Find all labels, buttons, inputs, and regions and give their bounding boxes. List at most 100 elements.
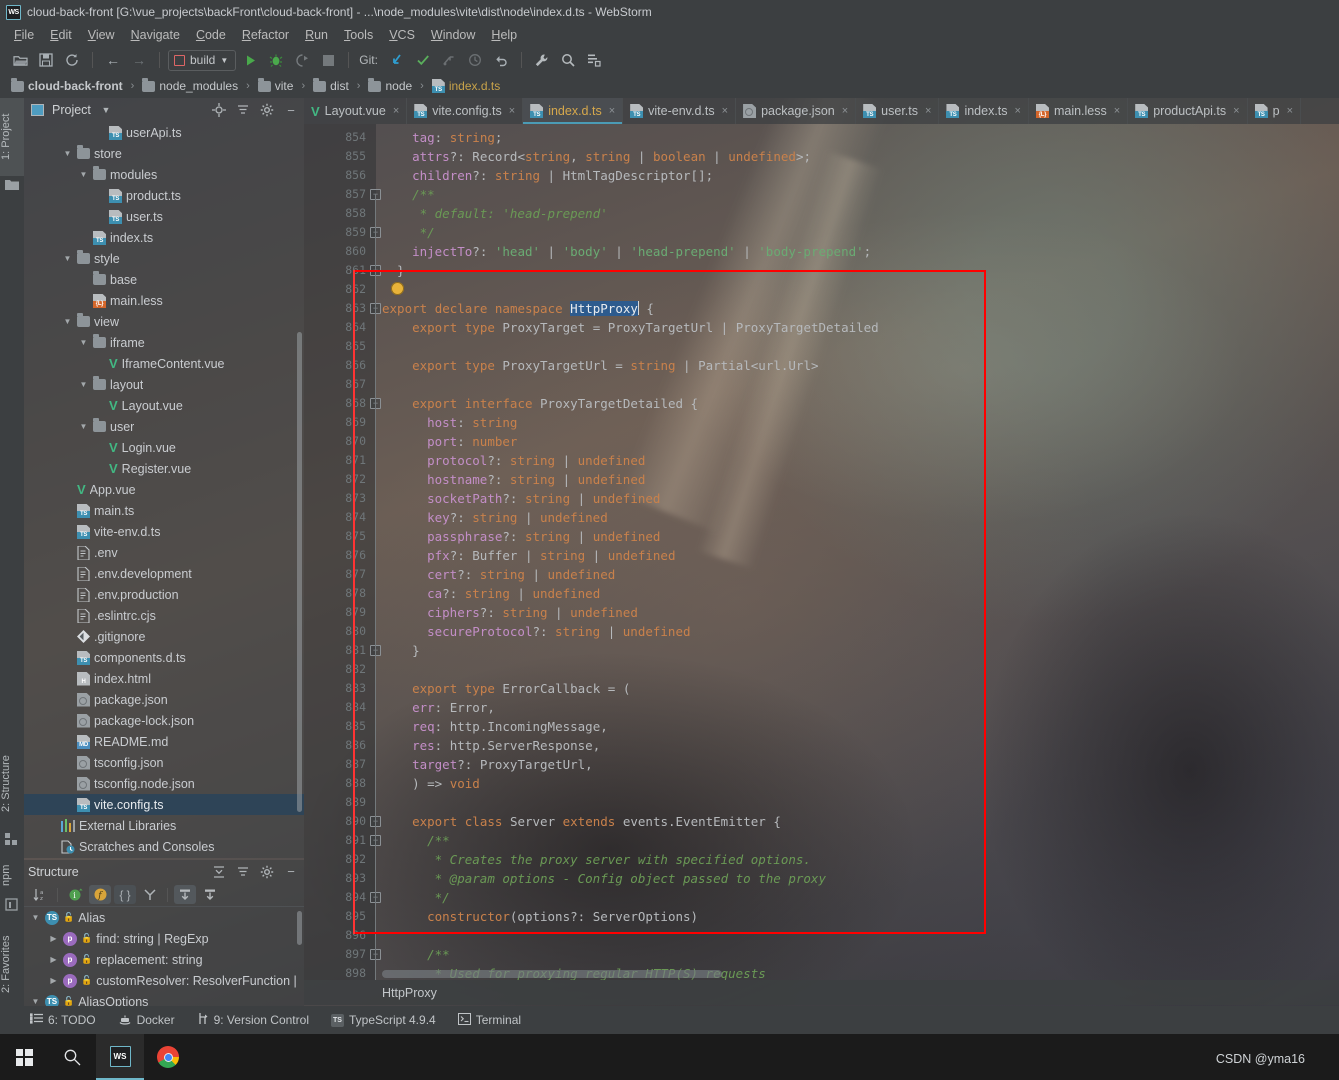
status-item-typescript-4-9-4[interactable]: TSTypeScript 4.9.4 [331, 1013, 436, 1027]
code-editor[interactable]: 854855856857−858859−860861−862863−864865… [304, 124, 1339, 980]
status-item-docker[interactable]: Docker [118, 1013, 175, 1028]
tree-item[interactable]: ▼iframe [24, 332, 304, 353]
wrench-icon[interactable] [530, 49, 554, 71]
editor-tab-index-ts[interactable]: TSindex.ts× [939, 98, 1029, 124]
menu-item-edit[interactable]: Edit [42, 26, 80, 44]
editor-tab-package-json[interactable]: package.json× [736, 98, 856, 124]
tree-item[interactable]: TSproduct.ts [24, 185, 304, 206]
intention-bulb-icon[interactable] [391, 282, 404, 295]
structure-tree[interactable]: ▼TS🔓Alias▶p🔓find: string | RegExp▶p🔓repl… [24, 907, 304, 1015]
sidebar-item-npm[interactable]: npm [0, 854, 24, 896]
main-toolbar[interactable]: ← → build ▼ Git: [0, 46, 1339, 74]
save-all-icon[interactable] [34, 49, 58, 71]
tree-item[interactable]: VApp.vue [24, 479, 304, 500]
tree-item[interactable]: ▼style [24, 248, 304, 269]
tree-item[interactable]: ▼layout [24, 374, 304, 395]
sidebar-item-structure[interactable]: 2: Structure [0, 738, 24, 830]
tree-item[interactable]: base [24, 269, 304, 290]
tree-item[interactable]: ▼view [24, 311, 304, 332]
collapse-all-icon[interactable] [234, 863, 252, 881]
tree-twisty-expanded-icon[interactable]: ▼ [62, 148, 73, 159]
structure-panel-toolbar[interactable]: az i f { } [24, 883, 304, 907]
tree-item[interactable]: TSuserApi.ts [24, 122, 304, 143]
scroll-from-source-icon[interactable] [174, 885, 196, 904]
menu-bar[interactable]: FileEditViewNavigateCodeRefactorRunTools… [0, 24, 1339, 46]
tree-item[interactable]: MDREADME.md [24, 731, 304, 752]
sidebar-item-project[interactable]: 1: Project [0, 98, 24, 176]
history-icon[interactable] [463, 49, 487, 71]
tree-twisty-expanded-icon[interactable]: ▼ [62, 253, 73, 264]
tree-item[interactable]: TSvite.config.ts [24, 794, 304, 815]
tree-item[interactable]: External Libraries [24, 815, 304, 836]
tree-twisty-collapsed-icon[interactable]: ▶ [48, 975, 59, 986]
breadcrumb-item-cloud-back-front[interactable]: cloud-back-front [8, 78, 126, 94]
tree-twisty-collapsed-icon[interactable]: ▶ [48, 933, 59, 944]
tree-item[interactable]: TSindex.ts [24, 227, 304, 248]
sort-alphabetically-icon[interactable]: az [29, 885, 51, 904]
tree-item[interactable]: Scratches and Consoles [24, 836, 304, 857]
menu-item-help[interactable]: Help [483, 26, 525, 44]
tree-item[interactable]: {L}main.less [24, 290, 304, 311]
tree-item[interactable]: tsconfig.node.json [24, 773, 304, 794]
tree-item[interactable]: tsconfig.json [24, 752, 304, 773]
editor-horizontal-scrollbar[interactable] [382, 970, 722, 978]
tree-twisty-collapsed-icon[interactable]: ▶ [48, 954, 59, 965]
close-icon[interactable]: × [1233, 105, 1239, 117]
tree-item[interactable]: VRegister.vue [24, 458, 304, 479]
collapse-all-icon[interactable] [234, 101, 252, 119]
run-configuration-selector[interactable]: build ▼ [168, 50, 236, 71]
close-icon[interactable]: × [609, 105, 615, 117]
tree-item[interactable]: ▼store [24, 143, 304, 164]
forward-arrow-icon[interactable]: → [127, 49, 151, 71]
gear-icon[interactable] [258, 101, 276, 119]
sidebar-item-favorites[interactable]: 2: Favorites [0, 920, 24, 1008]
expand-all-icon[interactable] [210, 863, 228, 881]
tree-twisty-expanded-icon[interactable]: ▼ [78, 379, 89, 390]
menu-item-run[interactable]: Run [297, 26, 336, 44]
back-arrow-icon[interactable]: ← [101, 49, 125, 71]
menu-item-refactor[interactable]: Refactor [234, 26, 297, 44]
open-folder-icon[interactable] [8, 49, 32, 71]
debug-icon[interactable] [264, 49, 288, 71]
editor-tab-layout-vue[interactable]: VLayout.vue× [304, 98, 407, 124]
tree-item[interactable]: ▼modules [24, 164, 304, 185]
minimize-icon[interactable]: − [282, 101, 300, 119]
close-icon[interactable]: × [509, 105, 515, 117]
sync-icon[interactable] [60, 49, 84, 71]
tree-twisty-expanded-icon[interactable]: ▼ [62, 316, 73, 327]
project-structure-icon[interactable] [582, 49, 606, 71]
tree-twisty-expanded-icon[interactable]: ▼ [30, 912, 41, 923]
menu-item-code[interactable]: Code [188, 26, 234, 44]
show-inherited-icon[interactable] [139, 885, 161, 904]
tree-twisty-expanded-icon[interactable]: ▼ [78, 337, 89, 348]
breadcrumb-item-node[interactable]: node [365, 78, 415, 94]
tree-item[interactable]: package.json [24, 689, 304, 710]
editor-tab-vite-env-d-ts[interactable]: TSvite-env.d.ts× [623, 98, 736, 124]
editor-gutter[interactable]: 854855856857−858859−860861−862863−864865… [304, 124, 376, 980]
tree-item[interactable]: Hindex.html [24, 668, 304, 689]
run-with-coverage-icon[interactable] [290, 49, 314, 71]
close-icon[interactable]: × [842, 105, 848, 117]
close-icon[interactable]: × [722, 105, 728, 117]
menu-item-view[interactable]: View [80, 26, 123, 44]
close-icon[interactable]: × [393, 105, 399, 117]
update-project-icon[interactable] [385, 49, 409, 71]
tree-item[interactable]: .env.production [24, 584, 304, 605]
status-bar[interactable]: 6: TODODocker9: Version ControlTSTypeScr… [0, 1006, 1339, 1034]
menu-item-window[interactable]: Window [423, 26, 483, 44]
breadcrumb-item-node-modules[interactable]: node_modules [139, 78, 241, 94]
structure-item[interactable]: ▼TS🔓Alias [24, 907, 304, 928]
webstorm-task[interactable]: WS [96, 1034, 144, 1080]
project-tree-scrollbar[interactable] [297, 332, 302, 812]
menu-item-vcs[interactable]: VCS [381, 26, 423, 44]
scroll-to-source-icon[interactable] [199, 885, 221, 904]
tree-item[interactable]: .env [24, 542, 304, 563]
breadcrumb-item-vite[interactable]: vite [255, 78, 297, 94]
project-file-tree[interactable]: TSuserApi.ts▼store▼modulesTSproduct.ts TS… [24, 122, 304, 858]
editor-tab-user-ts[interactable]: TSuser.ts× [856, 98, 939, 124]
status-item-6-todo[interactable]: 6: TODO [30, 1013, 96, 1027]
close-icon[interactable]: × [1287, 105, 1293, 117]
chevron-down-icon[interactable]: ▼ [97, 101, 115, 119]
tree-twisty-expanded-icon[interactable]: ▼ [78, 421, 89, 432]
editor-tab-vite-config-ts[interactable]: TSvite.config.ts× [407, 98, 523, 124]
